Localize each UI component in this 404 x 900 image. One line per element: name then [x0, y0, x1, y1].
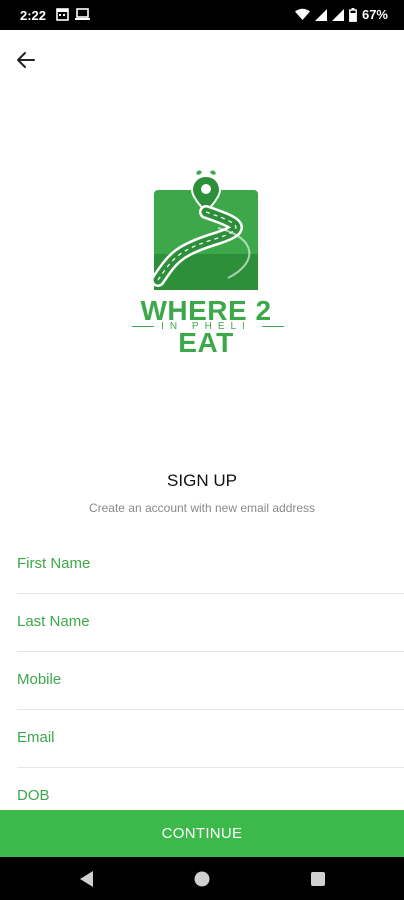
square-recents-icon: [311, 872, 325, 886]
email-field[interactable]: Email: [17, 709, 404, 768]
first-name-label: First Name: [17, 555, 91, 572]
page-subtitle: Create an account with new email address: [88, 501, 316, 515]
signal-icon: [314, 8, 327, 21]
back-button[interactable]: [12, 46, 40, 74]
mobile-label: Mobile: [17, 671, 62, 688]
first-name-field[interactable]: First Name: [17, 535, 404, 594]
calendar-icon: [56, 8, 69, 21]
logo-divider-right: [262, 326, 284, 327]
battery-percent: 67%: [361, 7, 388, 22]
navigation-bar: [0, 857, 404, 900]
nav-recents-button[interactable]: [308, 869, 328, 889]
wifi-icon: [294, 8, 310, 20]
status-bar: 2:22 67%: [0, 0, 404, 30]
mobile-field[interactable]: Mobile: [17, 651, 404, 710]
app-logo: WHERE 2 EAT IN PHELI: [118, 168, 294, 358]
nav-home-button[interactable]: [192, 869, 212, 889]
dob-label: DOB: [17, 787, 50, 804]
continue-button[interactable]: CONTINUE: [0, 810, 404, 857]
nav-back-button[interactable]: [76, 869, 96, 889]
last-name-field[interactable]: Last Name: [17, 593, 404, 652]
circle-home-icon: [194, 871, 210, 887]
email-label: Email: [17, 729, 55, 746]
road-map-pin-logo-icon: [151, 170, 258, 290]
last-name-label: Last Name: [17, 613, 90, 630]
laptop-icon: [75, 8, 90, 20]
triangle-back-icon: [80, 871, 93, 887]
status-time: 2:22: [20, 8, 47, 23]
signal-icon-2: [331, 8, 344, 21]
page-title: SIGN UP: [167, 471, 237, 490]
battery-icon: [349, 7, 357, 22]
arrow-left-icon: [17, 52, 35, 68]
